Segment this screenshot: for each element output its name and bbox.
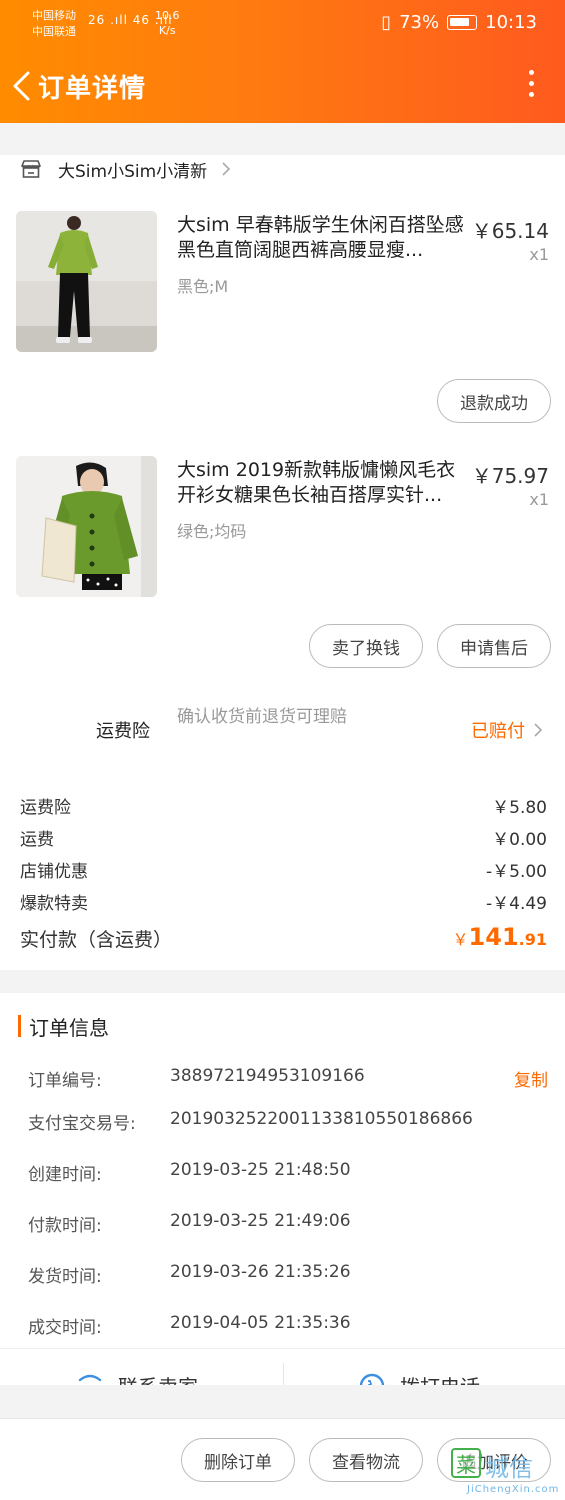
fee-value: ￥0.00 — [492, 830, 547, 850]
view-logistics-button[interactable]: 查看物流 — [309, 1438, 423, 1482]
order-number-row: 订单编号: 388972194953109166 复制 — [28, 1066, 548, 1092]
fee-row: 店铺优惠 -￥5.00 — [20, 857, 547, 883]
contact-bar: 联系卖家 拨打电话 — [0, 1348, 565, 1385]
shop-name: 大Sim小Sim小清新 — [58, 161, 208, 182]
completed-time: 2019-04-05 21:35:36 — [170, 1313, 351, 1333]
network-speed-value: 10.6 — [155, 9, 180, 22]
created-time: 2019-03-25 21:48:50 — [170, 1160, 351, 1180]
total-integer: 141 — [468, 923, 519, 951]
product-title[interactable]: 大sim 早春韩版学生休闲百搭坠感黑色直筒阔腿西裤高腰显瘦... — [177, 213, 467, 263]
fee-label: 运费 — [20, 830, 54, 850]
info-row: 发货时间: 2019-03-26 21:35:26 — [28, 1262, 548, 1288]
total-currency: ￥ — [452, 930, 469, 949]
network-speed: 10.6 K/s — [155, 8, 180, 38]
insurance-status-link[interactable]: 已赔付 — [471, 717, 543, 743]
order-card: 大Sim小Sim小清新 大sim 早春韩版学生休闲百搭坠感黑色直筒阔腿西裤高腰显… — [0, 155, 565, 970]
total-label: 实付款（含运费） — [20, 929, 173, 951]
watermark-logo: 菜 — [451, 1448, 481, 1478]
product-title[interactable]: 大sim 2019新款韩版慵懒风毛衣开衫女糖果色长袖百搭厚实针... — [177, 458, 467, 508]
more-options-icon[interactable] — [529, 70, 535, 100]
fee-value: -￥5.00 — [486, 862, 547, 882]
carrier-2: 中国联通 — [32, 25, 76, 38]
divider — [283, 1363, 284, 1385]
shipped-time: 2019-03-26 21:35:26 — [170, 1262, 351, 1282]
page-title: 订单详情 — [38, 74, 147, 104]
order-number: 388972194953109166 — [170, 1066, 365, 1086]
battery-percent: 73% — [399, 12, 440, 33]
product-spec: 黑色;M — [177, 277, 229, 296]
product-image[interactable] — [16, 456, 157, 597]
store-icon — [21, 160, 41, 178]
paid-time: 2019-03-25 21:49:06 — [170, 1211, 351, 1231]
call-phone-button[interactable]: 拨打电话 — [358, 1371, 480, 1385]
info-label: 订单编号: — [28, 1071, 102, 1091]
total-row: 实付款（含运费） ￥141.91 — [20, 923, 547, 957]
refund-success-button[interactable]: 退款成功 — [437, 379, 551, 423]
phone-icon — [359, 1373, 385, 1385]
insurance-status: 已赔付 — [471, 721, 525, 742]
info-label: 付款时间: — [28, 1216, 102, 1236]
total-amount: ￥141.91 — [453, 923, 547, 951]
order-info-header: 订单信息 — [18, 1013, 109, 1040]
fee-label: 店铺优惠 — [20, 862, 88, 882]
info-label: 发货时间: — [28, 1267, 102, 1287]
battery-icon — [447, 15, 478, 30]
carrier-1: 中国移动 — [32, 9, 76, 22]
fee-label: 爆款特卖 — [20, 894, 88, 914]
insurance-label: 运费险 — [96, 721, 150, 742]
contact-seller-button[interactable]: 联系卖家 — [76, 1371, 198, 1385]
watermark: 菜 城信 JiChengXin.com — [447, 1448, 565, 1500]
insurance-description: 确认收货前退货可理赔 — [177, 707, 347, 727]
nav-bar: 订单详情 — [0, 60, 565, 110]
section-accent-bar — [18, 1015, 21, 1037]
info-row: 付款时间: 2019-03-25 21:49:06 — [28, 1211, 548, 1237]
shop-link[interactable]: 大Sim小Sim小清新 — [20, 155, 231, 183]
copy-button[interactable]: 复制 — [514, 1066, 548, 1091]
info-label: 创建时间: — [28, 1165, 102, 1185]
status-bar: 中国移动 中国联通 26 .ıll 46 .ıll 10.6 K/s ▯ 73%… — [0, 0, 565, 45]
fee-row: 运费 ￥0.00 — [20, 825, 547, 851]
apply-after-sales-button[interactable]: 申请售后 — [437, 624, 551, 668]
order-info-title: 订单信息 — [29, 1015, 109, 1040]
product-quantity: x1 — [529, 245, 549, 264]
fee-value: ￥5.80 — [492, 798, 547, 818]
watermark-text: 城信 — [485, 1454, 533, 1482]
app-header: 中国移动 中国联通 26 .ıll 46 .ıll 10.6 K/s ▯ 73%… — [0, 0, 565, 123]
clock: 10:13 — [485, 12, 537, 33]
back-arrow-icon[interactable] — [10, 70, 34, 102]
info-row: 成交时间: 2019-04-05 21:35:36 — [28, 1313, 548, 1339]
status-right: ▯ 73% 10:13 — [381, 12, 537, 33]
order-info-card: 订单信息 订单编号: 388972194953109166 复制 支付宝交易号:… — [0, 993, 565, 1385]
signal-1: 26 .ıll — [88, 13, 128, 27]
product-price: ￥65.14 — [471, 219, 549, 243]
delete-order-button[interactable]: 删除订单 — [181, 1438, 295, 1482]
product-photo-trousers — [16, 211, 157, 352]
carrier-info: 中国移动 中国联通 — [32, 8, 76, 40]
fee-label: 运费险 — [20, 798, 71, 818]
fee-row: 爆款特卖 -￥4.49 — [20, 889, 547, 915]
network-speed-unit: K/s — [158, 24, 176, 37]
fee-row: 运费险 ￥5.80 — [20, 793, 547, 819]
product-price: ￥75.97 — [471, 464, 549, 488]
call-phone-label: 拨打电话 — [400, 1371, 480, 1385]
sell-for-cash-button[interactable]: 卖了换钱 — [309, 624, 423, 668]
product-spec: 绿色;均码 — [177, 522, 247, 541]
total-decimal: .91 — [518, 930, 547, 949]
alipay-trade-number: 2019032522001133810550186866 — [170, 1109, 473, 1129]
info-row: 创建时间: 2019-03-25 21:48:50 — [28, 1160, 548, 1186]
info-row: 支付宝交易号: 2019032522001133810550186866 — [28, 1109, 548, 1135]
chevron-right-icon — [222, 162, 231, 176]
watermark-url: JiChengXin.com — [467, 1484, 560, 1495]
product-photo-cardigan — [16, 456, 157, 597]
info-label: 支付宝交易号: — [28, 1114, 136, 1134]
contact-seller-label: 联系卖家 — [118, 1371, 198, 1385]
product-image[interactable] — [16, 211, 157, 352]
fee-value: -￥4.49 — [486, 894, 547, 914]
vibrate-icon: ▯ — [381, 12, 392, 33]
chat-icon — [78, 1374, 102, 1381]
chevron-right-icon — [534, 723, 543, 737]
info-label: 成交时间: — [28, 1318, 102, 1338]
product-quantity: x1 — [529, 490, 549, 509]
